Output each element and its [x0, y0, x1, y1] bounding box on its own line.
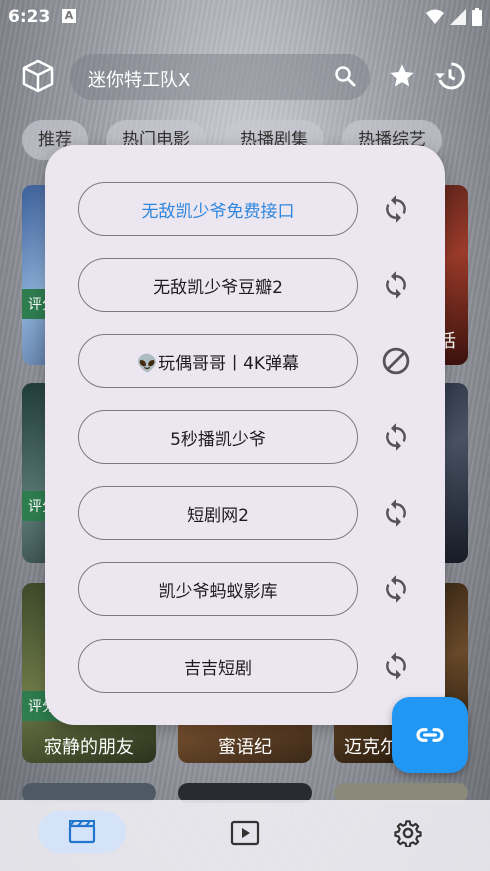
- source-button[interactable]: 👽玩偶哥哥丨4K弹幕: [78, 334, 358, 388]
- history-icon[interactable]: [434, 60, 466, 92]
- source-row: 无敌凯少爷免费接口: [78, 182, 478, 236]
- nav-movies[interactable]: [38, 811, 126, 853]
- source-row: 凯少爷蚂蚁影库: [78, 562, 478, 616]
- sync-icon[interactable]: [381, 270, 411, 300]
- bottom-navigation: [0, 800, 490, 871]
- source-button-active[interactable]: 无敌凯少爷免费接口: [78, 182, 358, 236]
- search-icon[interactable]: [334, 65, 356, 87]
- link-icon: [416, 728, 444, 742]
- status-time: 6:23: [8, 7, 51, 27]
- gear-icon[interactable]: [394, 819, 422, 847]
- link-fab-button[interactable]: [392, 697, 468, 773]
- source-row: 👽玩偶哥哥丨4K弹幕: [78, 334, 478, 388]
- source-row: 短剧网2: [78, 486, 478, 540]
- source-row: 吉吉短剧: [78, 639, 478, 693]
- search-input[interactable]: 迷你特工队X: [88, 66, 190, 92]
- star-icon[interactable]: [388, 62, 416, 90]
- source-button[interactable]: 吉吉短剧: [78, 639, 358, 693]
- wifi-icon: [426, 9, 444, 24]
- sync-icon[interactable]: [381, 651, 411, 681]
- source-button[interactable]: 短剧网2: [78, 486, 358, 540]
- top-bar: 迷你特工队X: [0, 50, 490, 106]
- source-row: 无敌凯少爷豆瓣2: [78, 258, 478, 312]
- source-button[interactable]: 无敌凯少爷豆瓣2: [78, 258, 358, 312]
- source-row: 5秒播凯少爷: [78, 410, 478, 464]
- battery-icon: [472, 8, 482, 26]
- play-icon[interactable]: [230, 820, 260, 846]
- sync-icon[interactable]: [381, 498, 411, 528]
- source-button[interactable]: 凯少爷蚂蚁影库: [78, 562, 358, 616]
- cube-logo-icon[interactable]: [20, 58, 56, 94]
- source-select-dialog: 无敌凯少爷免费接口 无敌凯少爷豆瓣2 👽玩偶哥哥丨4K弹幕 5秒播凯少爷 短剧网…: [45, 145, 445, 725]
- block-icon[interactable]: [381, 346, 411, 376]
- signal-icon: [450, 9, 466, 25]
- sync-icon[interactable]: [381, 194, 411, 224]
- sync-icon[interactable]: [381, 574, 411, 604]
- search-bar[interactable]: 迷你特工队X: [70, 54, 370, 100]
- sync-icon[interactable]: [381, 422, 411, 452]
- source-button[interactable]: 5秒播凯少爷: [78, 410, 358, 464]
- poster-title: 蜜语纪: [218, 737, 272, 758]
- movie-icon: [68, 820, 96, 844]
- status-bar: 6:23 A: [0, 0, 490, 34]
- poster-title: 寂静的朋友: [44, 737, 134, 758]
- notification-a-icon: A: [62, 9, 76, 23]
